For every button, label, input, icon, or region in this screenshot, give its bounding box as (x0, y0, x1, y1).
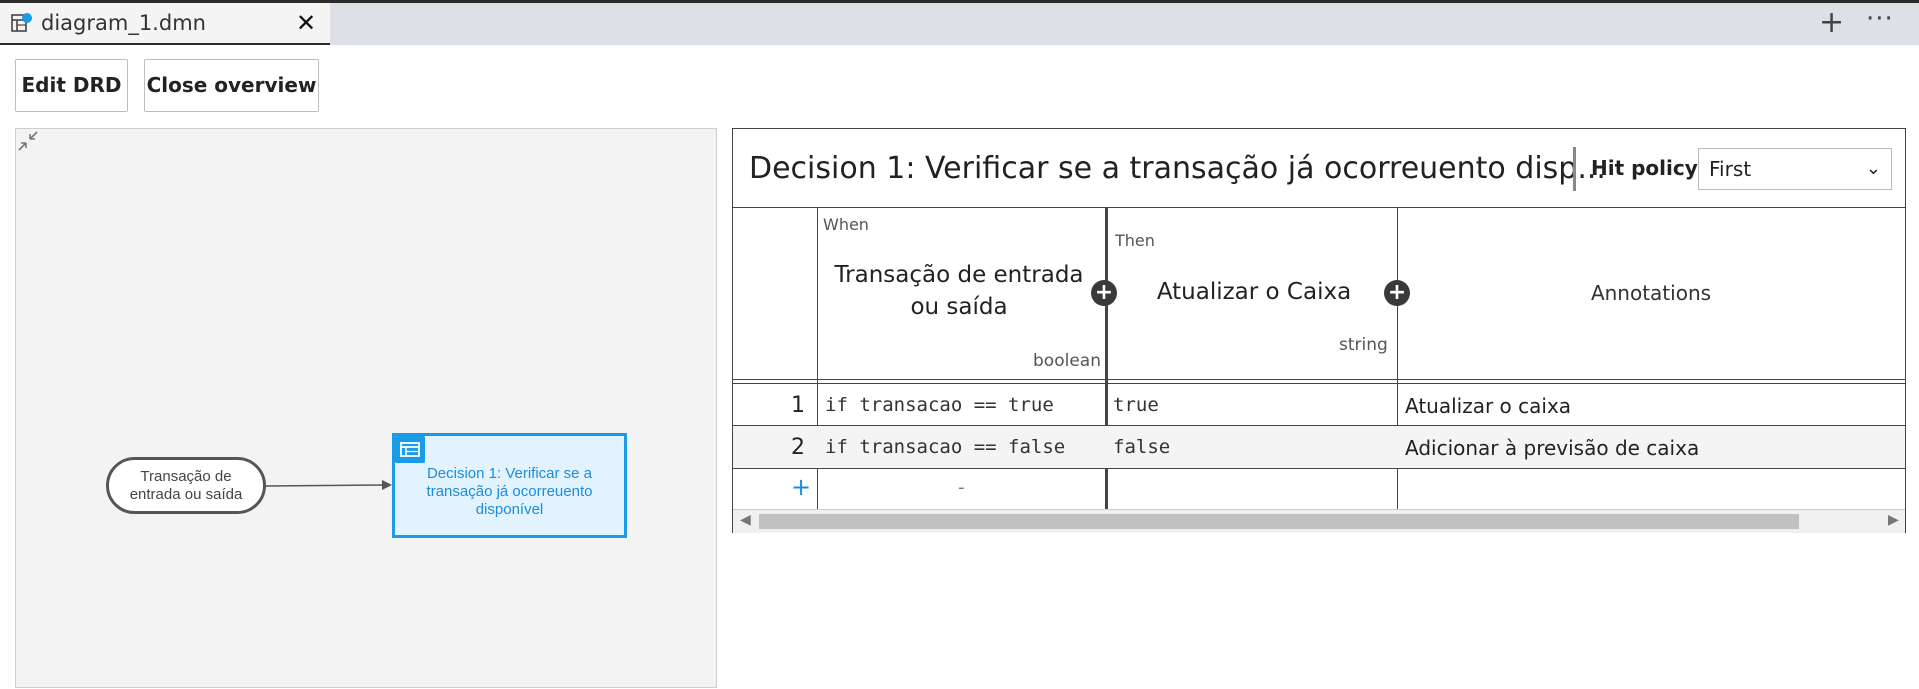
add-rule-button[interactable]: + (791, 473, 811, 501)
then-label: Then (1115, 231, 1155, 250)
tab-diagram[interactable]: diagram_1.dmn ✕ (0, 3, 330, 45)
decision-table: Decision 1: Verificar se a transação já … (732, 128, 1906, 533)
collapse-icon[interactable] (16, 129, 40, 153)
close-overview-button[interactable]: Close overview (144, 59, 319, 112)
input-column-header[interactable]: Transação de entrada ou saída (817, 259, 1101, 323)
more-options-icon[interactable]: ··· (1866, 4, 1894, 34)
dmn-file-icon (11, 13, 32, 32)
decision-table-title[interactable]: Decision 1: Verificar se a transação já … (749, 151, 1606, 186)
grid-line (733, 468, 1905, 469)
information-requirement-arrow (265, 484, 385, 487)
output-type-label[interactable]: string (1339, 335, 1388, 355)
decision-node-label: Decision 1: Verificar se a transação já … (426, 464, 593, 518)
close-tab-icon[interactable]: ✕ (296, 9, 316, 37)
grid-line (733, 383, 1905, 384)
annotations-header: Annotations (1590, 281, 1712, 305)
decision-node[interactable]: Decision 1: Verificar se a transação já … (392, 433, 627, 538)
when-label: When (823, 215, 869, 234)
output-cell[interactable]: true (1113, 394, 1159, 416)
input-cell[interactable]: if transacao == false (825, 436, 1065, 458)
hit-policy-label: Hit policy: (1591, 156, 1706, 180)
empty-cell-placeholder: - (958, 477, 965, 498)
scroll-left-icon[interactable]: ◀ (740, 512, 751, 528)
new-tab-icon[interactable]: + (1819, 8, 1844, 38)
hit-policy-value: First (1709, 157, 1752, 181)
row-number: 1 (791, 393, 805, 418)
output-column-header[interactable]: Atualizar o Caixa (1113, 279, 1395, 305)
drd-connection-layer (265, 480, 392, 490)
hit-policy-select[interactable]: First ⌄ (1698, 148, 1892, 190)
tab-bar: diagram_1.dmn ✕ + ··· (0, 0, 1919, 45)
drd-overview-panel[interactable]: Transação de entrada ou saída Decision 1… (15, 128, 717, 688)
grid-line (733, 207, 1905, 208)
input-cell[interactable]: if transacao == true (825, 394, 1054, 416)
scroll-right-icon[interactable]: ▶ (1888, 512, 1899, 528)
edit-drd-button[interactable]: Edit DRD (15, 59, 128, 112)
annotation-cell[interactable]: Adicionar à previsão de caixa (1405, 436, 1699, 460)
scroll-thumb[interactable] (759, 514, 1799, 529)
input-type-label[interactable]: boolean (1033, 351, 1101, 371)
decision-table-icon (395, 436, 425, 463)
add-output-column-button[interactable]: + (1384, 280, 1410, 306)
add-input-column-button[interactable]: + (1091, 280, 1117, 306)
grid-line (733, 379, 1905, 380)
output-cell[interactable]: false (1113, 436, 1170, 458)
horizontal-scrollbar[interactable]: ◀ ▶ (733, 509, 1905, 533)
header-divider (1573, 147, 1576, 191)
row-number: 2 (791, 435, 805, 460)
chevron-down-icon: ⌄ (1865, 158, 1881, 179)
input-data-node[interactable]: Transação de entrada ou saída (106, 457, 266, 514)
tab-label: diagram_1.dmn (41, 11, 206, 35)
arrow-head (382, 480, 392, 490)
annotation-cell[interactable]: Atualizar o caixa (1405, 394, 1571, 418)
